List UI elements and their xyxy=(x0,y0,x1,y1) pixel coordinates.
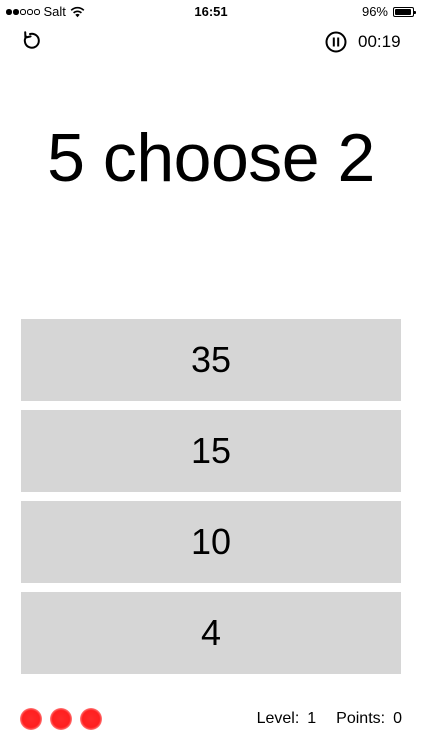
level-label: Level: xyxy=(256,710,300,727)
answer-button-3[interactable]: 10 xyxy=(21,501,401,583)
game-toolbar: 00:19 xyxy=(0,26,422,58)
pause-icon xyxy=(325,31,347,53)
answer-button-4[interactable]: 4 xyxy=(21,592,401,674)
level-value: 1 xyxy=(307,710,317,727)
question-text: 5 choose 2 xyxy=(47,120,375,196)
level-stat: Level: 1 xyxy=(257,710,317,728)
points-stat: Points: 0 xyxy=(336,710,402,728)
status-time: 16:51 xyxy=(194,4,228,19)
status-bar: Salt 16:51 96% xyxy=(0,0,422,24)
life-icon xyxy=(80,708,102,730)
answer-button-2[interactable]: 15 xyxy=(21,410,401,492)
battery-percent: 96% xyxy=(361,4,388,19)
answer-button-1[interactable]: 35 xyxy=(21,319,401,401)
restart-icon xyxy=(23,31,40,49)
restart-button[interactable] xyxy=(18,29,42,53)
life-icon xyxy=(20,708,42,730)
life-icon xyxy=(50,708,72,730)
status-right: 96% xyxy=(361,4,416,20)
timer: 00:19 xyxy=(358,32,401,51)
points-value: 0 xyxy=(393,710,402,727)
points-label: Points: xyxy=(336,710,386,727)
score-stats: Level: 1 Points: 0 xyxy=(257,710,402,728)
pause-button[interactable] xyxy=(324,30,348,54)
game-footer: Level: 1 Points: 0 xyxy=(0,704,422,732)
answer-list: 35 15 10 4 xyxy=(21,319,401,683)
battery-icon xyxy=(393,7,416,17)
lives-indicator xyxy=(20,708,102,730)
battery-fill xyxy=(395,9,412,15)
